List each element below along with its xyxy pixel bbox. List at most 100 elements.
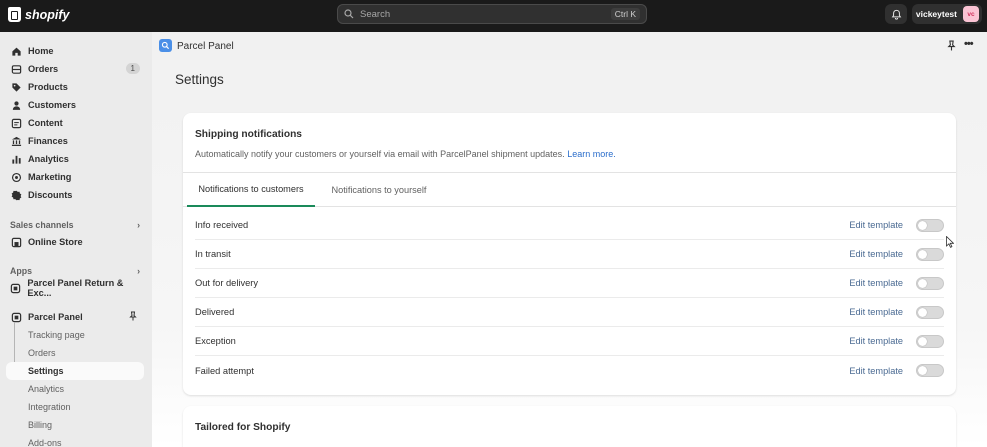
sidebar-item-label: Marketing xyxy=(28,172,72,182)
sidebar-item-discounts[interactable]: Discounts xyxy=(6,186,144,204)
notification-row-out-for-delivery: Out for delivery Edit template xyxy=(195,269,944,298)
edit-template-link[interactable]: Edit template xyxy=(849,307,903,317)
sidebar-item-label: Discounts xyxy=(28,190,73,200)
parcel-panel-app-icon xyxy=(159,39,172,52)
notification-row-in-transit: In transit Edit template xyxy=(195,240,944,269)
row-label: Exception xyxy=(195,336,236,346)
sidebar-item-label: Finances xyxy=(28,136,68,146)
storefront-icon xyxy=(10,236,22,248)
sidebar-subitem-add-ons[interactable]: Add-ons xyxy=(6,434,144,447)
card-description: Automatically notify your customers or y… xyxy=(195,149,616,159)
sidebar-item-customers[interactable]: Customers xyxy=(6,96,144,114)
edit-template-link[interactable]: Edit template xyxy=(849,336,903,346)
sidebar-item-label: Home xyxy=(28,46,54,56)
tag-icon xyxy=(10,81,22,93)
tailored-for-shopify-card: Tailored for Shopify xyxy=(183,406,956,447)
notification-toggle[interactable] xyxy=(916,364,944,377)
row-label: Delivered xyxy=(195,307,235,317)
sidebar-item-products[interactable]: Products xyxy=(6,78,144,96)
row-label: Info received xyxy=(195,220,249,230)
tab-notifications-to-customers[interactable]: Notifications to customers xyxy=(187,173,315,207)
page-title: Settings xyxy=(175,72,224,87)
sidebar-item-orders[interactable]: Orders 1 xyxy=(6,60,144,78)
user-menu-button[interactable]: vickeytest vc xyxy=(912,4,982,24)
sales-channels-header[interactable]: Sales channels › xyxy=(10,220,140,230)
notification-toggle[interactable] xyxy=(916,305,944,319)
sidebar-subitem-billing[interactable]: Billing xyxy=(6,416,144,434)
sidebar-item-parcel-panel[interactable]: Parcel Panel xyxy=(6,308,144,326)
app-icon xyxy=(10,311,22,323)
edit-template-link[interactable]: Edit template xyxy=(849,220,903,230)
edit-template-link[interactable]: Edit template xyxy=(849,366,903,376)
row-label: Failed attempt xyxy=(195,365,254,376)
sidebar-item-label: Parcel Panel Return & Exc... xyxy=(27,278,124,298)
mouse-cursor-icon xyxy=(946,236,954,248)
search-placeholder: Search xyxy=(360,8,391,20)
shopify-logo[interactable]: shopify xyxy=(8,7,69,22)
sidebar-item-home[interactable]: Home xyxy=(6,42,144,60)
sidebar-subitem-integration[interactable]: Integration xyxy=(6,398,144,416)
sales-channels-label: Sales channels xyxy=(10,220,74,230)
notification-toggle[interactable] xyxy=(916,276,944,290)
chevron-right-icon: › xyxy=(137,220,140,230)
card-title: Shipping notifications xyxy=(195,129,302,140)
top-bar: shopify Search Ctrl K vickeytest vc xyxy=(0,0,987,32)
tab-notifications-to-yourself[interactable]: Notifications to yourself xyxy=(323,173,435,207)
sidebar-item-label: Analytics xyxy=(28,154,69,164)
app-header: Parcel Panel ••• xyxy=(152,32,987,60)
app-icon xyxy=(10,282,21,294)
avatar: vc xyxy=(963,6,979,22)
description-text: Automatically notify your customers or y… xyxy=(195,149,565,159)
shipping-notifications-card: Shipping notifications Automatically not… xyxy=(183,113,956,395)
sidebar-item-finances[interactable]: Finances xyxy=(6,132,144,150)
notification-row-delivered: Delivered Edit template xyxy=(195,298,944,327)
card-title: Tailored for Shopify xyxy=(195,422,291,433)
shopify-bag-icon xyxy=(8,7,21,22)
sidebar-subitem-tracking-page[interactable]: Tracking page xyxy=(6,326,144,344)
sidebar-item-label: Products xyxy=(28,82,68,92)
pin-icon[interactable] xyxy=(946,40,957,51)
home-icon xyxy=(10,45,22,57)
sidebar-item-online-store[interactable]: Online Store xyxy=(6,233,144,251)
search-shortcut: Ctrl K xyxy=(610,8,640,20)
sidebar-item-label: Orders xyxy=(28,64,59,74)
sidebar-subitem-analytics[interactable]: Analytics xyxy=(6,380,144,398)
pin-icon[interactable] xyxy=(128,311,138,321)
apps-header[interactable]: Apps › xyxy=(10,266,140,276)
bar-chart-icon xyxy=(10,153,22,165)
more-options-icon[interactable]: ••• xyxy=(964,38,974,50)
bell-icon xyxy=(891,9,901,20)
sidebar-item-marketing[interactable]: Marketing xyxy=(6,168,144,186)
sidebar-item-label: Content xyxy=(28,118,63,128)
edit-template-link[interactable]: Edit template xyxy=(849,249,903,259)
notification-toggle[interactable] xyxy=(916,247,944,261)
sidebar-item-analytics[interactable]: Analytics xyxy=(6,150,144,168)
orders-count-badge: 1 xyxy=(125,63,140,74)
bank-icon xyxy=(10,135,22,147)
sidebar-item-label: Customers xyxy=(28,100,76,110)
notification-row-exception: Exception Edit template xyxy=(195,327,944,356)
main-content: Parcel Panel ••• Settings Shipping notif… xyxy=(152,32,987,447)
sidebar-item-label: Parcel Panel xyxy=(28,312,83,322)
edit-template-link[interactable]: Edit template xyxy=(849,278,903,288)
logo-text: shopify xyxy=(25,7,70,22)
learn-more-link[interactable]: Learn more. xyxy=(567,149,616,159)
sidebar: Home Orders 1 Products Customers Content… xyxy=(0,32,152,447)
notifications-button[interactable] xyxy=(885,4,907,24)
notification-tabs: Notifications to customers Notifications… xyxy=(183,172,956,207)
sidebar-subitem-orders[interactable]: Orders xyxy=(6,344,144,362)
notification-toggle[interactable] xyxy=(916,218,944,232)
search-input[interactable]: Search Ctrl K xyxy=(337,4,647,24)
notification-row-failed-attempt: Failed attempt Edit template xyxy=(195,356,944,385)
sidebar-subitem-settings[interactable]: Settings xyxy=(6,362,144,380)
sidebar-item-label: Online Store xyxy=(28,237,83,247)
sidebar-item-parcel-return-app[interactable]: Parcel Panel Return & Exc... xyxy=(6,278,144,298)
sidebar-item-content[interactable]: Content xyxy=(6,114,144,132)
row-label: Out for delivery xyxy=(195,278,259,288)
discount-icon xyxy=(10,189,22,201)
orders-icon xyxy=(10,63,22,75)
person-icon xyxy=(10,99,22,111)
row-label: In transit xyxy=(195,249,231,259)
target-icon xyxy=(10,171,22,183)
notification-toggle[interactable] xyxy=(916,334,944,348)
